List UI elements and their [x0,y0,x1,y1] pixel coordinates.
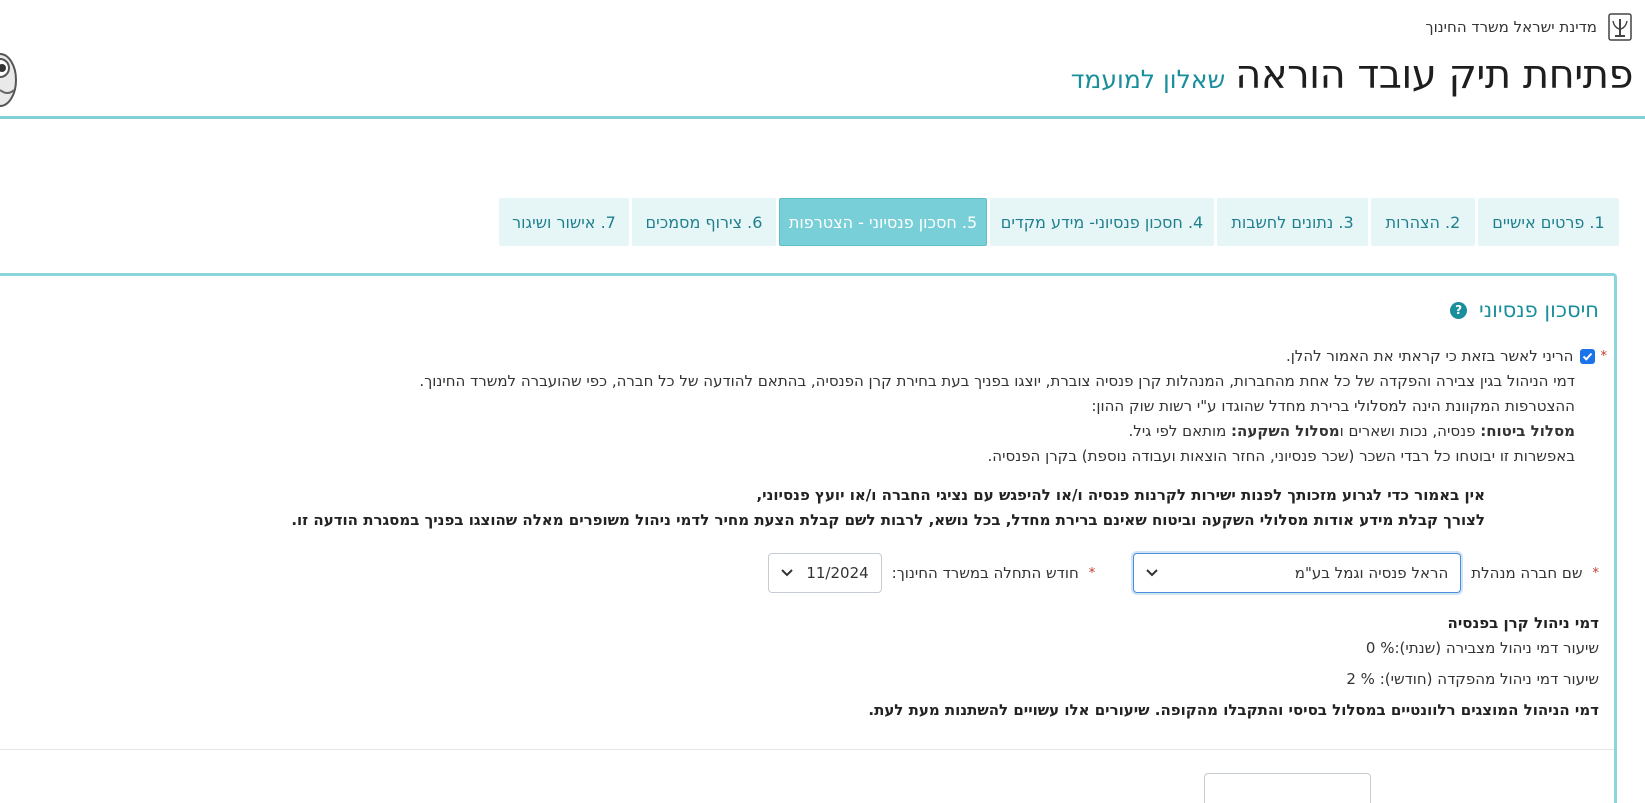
chevron-down-icon [780,566,793,580]
consent-block: * הריני לאשר בזאת כי קראתי את האמור להלן… [27,344,1607,469]
section-divider [0,749,1614,750]
consent-salary-text: באפשרות זו יבוטחו כל רבדי השכר (שכר פנסי… [987,447,1575,465]
help-icon[interactable]: ? [1450,301,1468,319]
tab-approve-and-submit[interactable]: 7. אישור ושיגור [499,198,629,246]
tab-accounting-data[interactable]: 3. נתונים לחשבות [1217,198,1368,246]
section-header: חיסכון פנסיוני ? [1450,298,1599,322]
start-month-select[interactable]: 11/2024 [767,553,882,593]
company-select[interactable]: הראל פנסיה וגמל בע"מ [1133,553,1462,593]
consent-default-tracks-text: ההצטרפות המקוונת הינה למסלולי ברירת מחדל… [1091,397,1575,415]
ministry-header: מדינת ישראל משרד החינוך [1426,12,1633,42]
deposit-fee-row: שיעור דמי ניהול מהפקדה (חודשי): % 2 [1346,670,1599,688]
checkmark-icon [1582,352,1592,361]
required-mark: * [1088,565,1096,581]
start-month-label: חודש התחלה במשרד החינוך: [891,564,1079,582]
fund-selection-row: * שם חברה מנהלת הראל פנסיה וגמל בע"מ * ח… [767,553,1600,593]
accumulation-fee-row: שיעור דמי ניהול מצבירה (שנתי):% 0 [1365,639,1599,657]
start-month-value: 11/2024 [806,564,869,582]
wizard-tabs: 1. פרטים אישיים 2. הצהרות 3. נתונים לחשב… [499,198,1619,246]
disclaimer-line-2: לצורך קבלת מידע אודות מסלולי השקעה וביטו… [291,511,1485,529]
consent-tracks-line: מסלול ביטוח: פנסיה, נכות ושארים ומסלול ה… [1128,422,1575,440]
accumulation-fee-value: % 0 [1365,639,1395,657]
company-label: שם חברה מנהלת [1471,564,1583,582]
tab-personal-details[interactable]: 1. פרטים אישיים [1478,198,1619,246]
disclaimer-line-1: אין באמור כדי לגרוע מזכותך לפנות ישירות … [756,486,1485,504]
tab-pension-joining[interactable]: 5. חסכון פנסיוני - הצטרפות [779,198,987,246]
consent-fees-text: דמי הניהול בגין צבירה והפקדה של כל אחת מ… [419,372,1575,390]
consent-row: * הריני לאשר בזאת כי קראתי את האמור להלן… [27,344,1607,369]
header-divider [0,116,1645,119]
page: מדינת ישראל משרד החינוך פתיחת תיק עובד ה… [0,0,1645,803]
deposit-fee-value: % 2 [1346,670,1375,688]
owl-mascot-icon [0,46,20,108]
disclaimer-block: אין באמור כדי לגרוע מזכותך לפנות ישירות … [45,483,1485,533]
consent-checkbox[interactable] [1579,349,1595,364]
page-title-row: פתיחת תיק עובד הוראה שאלון למועמד [1070,52,1634,98]
fees-note: דמי הניהול המוצגים רלוונטיים במסלול בסיס… [868,701,1599,719]
company-select-value: הראל פנסיה וגמל בע"מ [1294,564,1449,582]
required-mark: * [1592,565,1600,581]
state-emblem-icon [1607,12,1633,42]
bottom-button[interactable] [1204,773,1371,803]
required-mark: * [1600,349,1608,364]
tab-pension-preliminary-info[interactable]: 4. חסכון פנסיוני- מידע מקדים [990,198,1214,246]
page-title: פתיחת תיק עובד הוראה [1235,52,1633,98]
tab-attach-documents[interactable]: 6. צירוף מסמכים [632,198,776,246]
section-title: חיסכון פנסיוני [1479,298,1599,322]
tab-declarations[interactable]: 2. הצהרות [1371,198,1475,246]
consent-text: דמי הניהול בגין צבירה והפקדה של כל אחת מ… [27,369,1607,469]
consent-label: הריני לאשר בזאת כי קראתי את האמור להלן. [1285,347,1574,365]
chevron-down-icon [1146,566,1158,580]
ministry-name: מדינת ישראל משרד החינוך [1425,18,1597,36]
fees-title: דמי ניהול קרן בפנסיה [1447,614,1599,632]
management-fees-block: דמי ניהול קרן בפנסיה שיעור דמי ניהול מצב… [868,611,1599,723]
page-subtitle: שאלון למועמד [1070,65,1226,94]
